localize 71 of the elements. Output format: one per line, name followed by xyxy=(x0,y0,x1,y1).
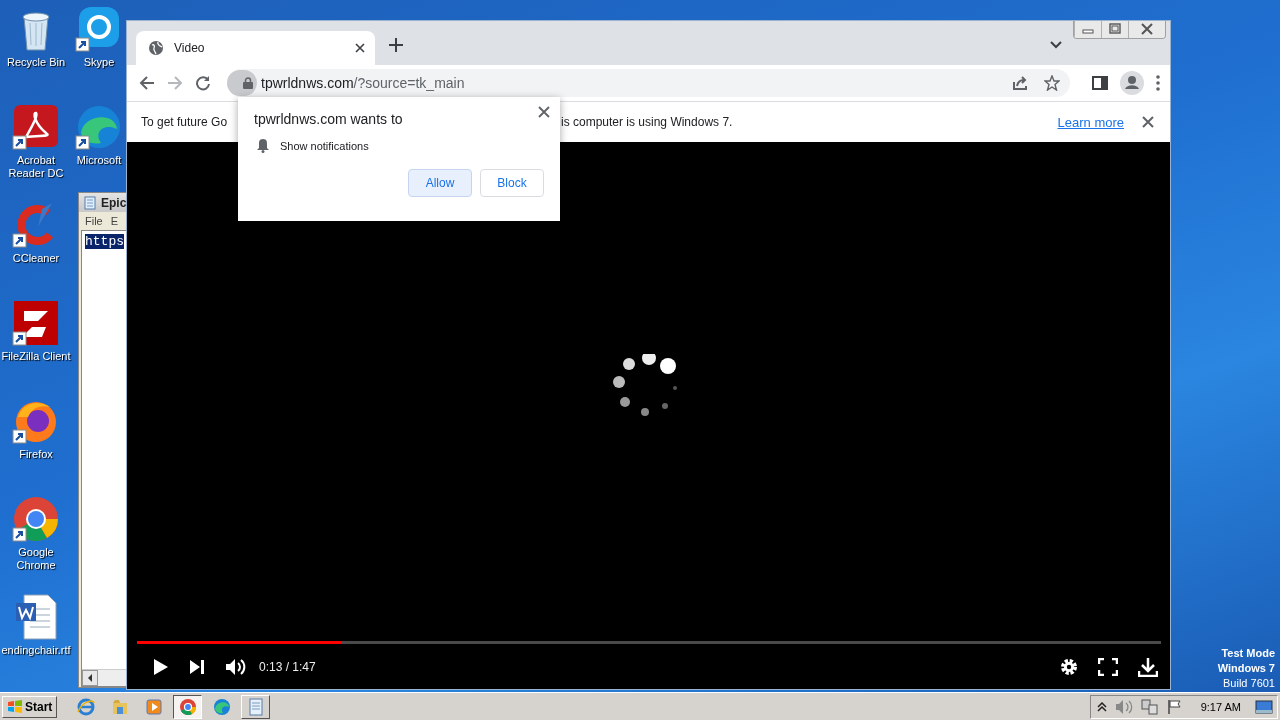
app-icon[interactable] xyxy=(12,495,60,543)
start-button[interactable]: Start xyxy=(2,695,58,718)
profile-icon[interactable] xyxy=(1120,71,1144,95)
time-display: 0:13 / 1:47 xyxy=(259,659,316,674)
app-icon[interactable] xyxy=(12,103,60,151)
close-icon[interactable] xyxy=(1128,21,1165,38)
globe-icon xyxy=(75,696,96,717)
flag-icon[interactable] xyxy=(1166,698,1183,715)
taskbar-app-button[interactable] xyxy=(173,694,203,719)
close-icon[interactable] xyxy=(538,106,550,118)
show-desktop-icon[interactable] xyxy=(1255,699,1273,714)
icon-label[interactable]: Google Chrome xyxy=(0,546,72,572)
bell-icon xyxy=(256,138,270,153)
side-panel-icon[interactable] xyxy=(1092,75,1108,91)
close-icon[interactable] xyxy=(355,43,365,53)
system-notice-text: Test Mode xyxy=(1221,646,1275,661)
fullscreen-icon[interactable] xyxy=(1098,657,1118,676)
icon-label[interactable]: endingchair.rtf xyxy=(1,644,71,657)
learn-more-link[interactable]: Learn more xyxy=(1057,114,1124,130)
scroll-left-icon[interactable] xyxy=(82,670,98,686)
play-icon[interactable] xyxy=(153,657,169,676)
url-text: tpwrldnws.com/?source=tk_main xyxy=(261,75,466,91)
notepad-icon xyxy=(83,195,97,210)
system-notice-text: Build 7601 xyxy=(1223,676,1275,691)
chevron-down-icon[interactable] xyxy=(1050,41,1062,49)
menu-item[interactable]: E xyxy=(110,215,119,227)
volume-icon[interactable] xyxy=(225,657,247,676)
icon-label[interactable]: CCleaner xyxy=(12,252,60,265)
permission-text: Show notifications xyxy=(280,139,369,152)
close-icon[interactable] xyxy=(1142,116,1154,128)
new-tab-icon[interactable] xyxy=(389,38,403,52)
windows-flag-icon xyxy=(7,698,23,715)
icon-label[interactable]: Firefox xyxy=(19,448,53,461)
download-icon[interactable] xyxy=(1138,656,1158,677)
play-icon xyxy=(143,696,164,717)
browser-icon xyxy=(177,696,198,717)
infobar-text: is computer is using Windows 7. xyxy=(561,115,733,129)
share-icon[interactable] xyxy=(1012,75,1028,91)
site-info-button[interactable] xyxy=(227,70,257,96)
app-icon[interactable] xyxy=(12,299,60,347)
selected-text: https xyxy=(85,234,124,249)
menu-item[interactable]: File xyxy=(85,215,103,227)
globe-icon xyxy=(148,40,164,56)
block-button[interactable]: Block xyxy=(480,169,544,197)
settings-icon[interactable] xyxy=(1060,657,1078,676)
clock-text: 9:17 AM xyxy=(1200,700,1241,713)
icon-label[interactable]: Microsoft xyxy=(76,154,122,167)
back-icon[interactable] xyxy=(139,75,155,91)
icon-label[interactable]: FileZilla Client xyxy=(1,350,71,363)
address-bar[interactable]: tpwrldnws.com/?source=tk_main xyxy=(227,69,1070,97)
lock-icon xyxy=(243,77,253,89)
popup-title: tpwrldnws.com wants to xyxy=(254,111,404,127)
reload-icon[interactable] xyxy=(195,75,211,91)
icon-label[interactable]: Skype xyxy=(83,56,115,69)
progress-track[interactable] xyxy=(137,641,1161,644)
infobar-text: To get future Go xyxy=(141,115,228,129)
window-title: Epic xyxy=(101,195,127,210)
allow-button[interactable]: Allow xyxy=(408,169,472,197)
system-notice-text: Windows 7 xyxy=(1217,661,1275,676)
browser-tab[interactable]: Video xyxy=(136,31,375,65)
restore-icon[interactable] xyxy=(1101,21,1128,38)
star-icon[interactable] xyxy=(1044,75,1060,91)
icon-label[interactable]: Recycle Bin xyxy=(6,56,66,69)
icon-label[interactable]: Acrobat Reader DC xyxy=(0,154,72,180)
next-icon[interactable] xyxy=(189,658,205,675)
browser-icon xyxy=(211,696,232,717)
network-icon[interactable] xyxy=(1140,698,1159,715)
tab-title: Video xyxy=(174,41,206,55)
menu-icon[interactable] xyxy=(1156,75,1160,91)
app-icon[interactable] xyxy=(75,103,123,151)
chevron-up-icon[interactable] xyxy=(1096,701,1107,712)
